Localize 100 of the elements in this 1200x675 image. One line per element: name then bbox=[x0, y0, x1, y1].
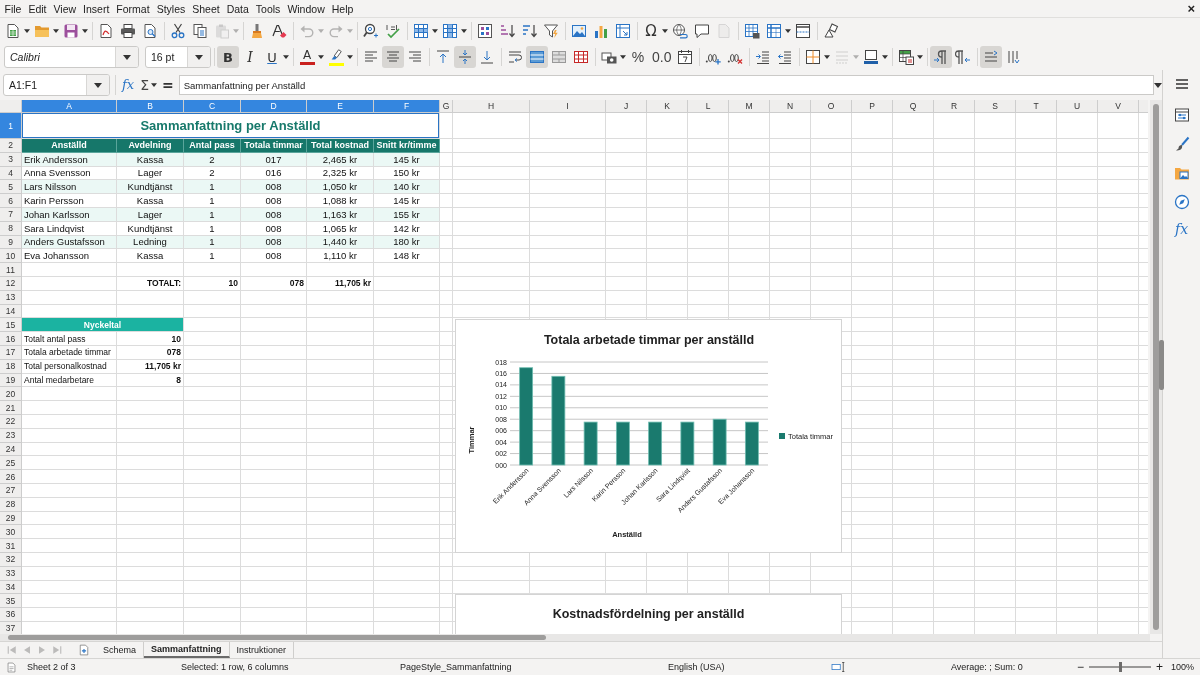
column-header[interactable]: Q bbox=[893, 100, 934, 113]
caret-icon[interactable] bbox=[24, 29, 30, 33]
horizontal-scrollbar[interactable] bbox=[0, 634, 1150, 641]
row-header[interactable]: 6 bbox=[0, 194, 22, 208]
caret-icon[interactable] bbox=[882, 55, 889, 59]
panel-sliders-icon[interactable] bbox=[1173, 107, 1190, 123]
page-plus-icon[interactable] bbox=[78, 644, 90, 656]
formula-button[interactable]: = bbox=[160, 75, 176, 95]
caret-icon[interactable] bbox=[1154, 82, 1162, 88]
menu-item[interactable]: Window bbox=[283, 0, 329, 17]
percent-format-button[interactable]: % bbox=[627, 46, 649, 68]
zoom-level-text[interactable]: 100% bbox=[1171, 662, 1195, 672]
scrollbar-thumb[interactable] bbox=[1153, 104, 1159, 630]
compass-icon[interactable] bbox=[1173, 194, 1190, 210]
column-header[interactable]: O bbox=[811, 100, 852, 113]
row-header[interactable]: 1 bbox=[0, 113, 22, 139]
merge-and-center-button[interactable] bbox=[526, 46, 548, 68]
special-character-button[interactable]: Ω bbox=[640, 20, 662, 42]
standard-format-button[interactable]: 0.0 bbox=[649, 46, 675, 68]
vertical-scrollbar[interactable] bbox=[1150, 100, 1162, 634]
row-header[interactable]: 35 bbox=[0, 594, 22, 609]
language-text[interactable]: English (USA) bbox=[668, 662, 725, 672]
function-wizard-button[interactable]: fx bbox=[120, 75, 137, 95]
caret-icon[interactable] bbox=[318, 55, 324, 59]
column-header[interactable]: H bbox=[453, 100, 530, 113]
column-header[interactable]: V bbox=[1098, 100, 1139, 113]
row-header[interactable]: 2 bbox=[0, 139, 22, 153]
menu-item[interactable]: Styles bbox=[153, 0, 189, 17]
menu-item[interactable]: View bbox=[50, 0, 80, 17]
column-header[interactable]: E bbox=[307, 100, 374, 113]
row-header[interactable]: 15 bbox=[0, 318, 22, 333]
column-header[interactable]: K bbox=[647, 100, 688, 113]
caret-icon[interactable] bbox=[461, 29, 467, 33]
caret-icon[interactable] bbox=[917, 55, 924, 59]
menu-item[interactable]: Tools bbox=[252, 0, 284, 17]
column-header[interactable]: B bbox=[117, 100, 184, 113]
italic-button[interactable]: I bbox=[239, 46, 261, 68]
row-header[interactable]: 30 bbox=[0, 525, 22, 540]
column-header[interactable]: F bbox=[374, 100, 440, 113]
caret-icon[interactable] bbox=[432, 29, 438, 33]
column-header[interactable]: L bbox=[688, 100, 729, 113]
column-header[interactable]: I bbox=[530, 100, 606, 113]
caret-icon[interactable] bbox=[785, 29, 791, 33]
sheet-tab[interactable]: Sammanfattning bbox=[144, 642, 230, 658]
underline-button[interactable]: U bbox=[261, 46, 283, 68]
row-header[interactable]: 10 bbox=[0, 249, 22, 264]
folder-image-icon[interactable] bbox=[1173, 165, 1190, 181]
menu-item[interactable]: Help bbox=[328, 0, 357, 17]
menu-item[interactable]: Sheet bbox=[188, 0, 224, 17]
column-header[interactable]: J bbox=[606, 100, 647, 113]
functions-button[interactable]: fx bbox=[1174, 221, 1189, 237]
row-header[interactable]: 36 bbox=[0, 608, 22, 622]
menu-item[interactable]: File bbox=[1, 0, 25, 17]
menu-item[interactable]: Edit bbox=[24, 0, 50, 17]
caret-icon[interactable] bbox=[620, 55, 626, 59]
slider-thumb[interactable] bbox=[1118, 662, 1122, 672]
zoom-out-button[interactable]: − bbox=[1075, 660, 1086, 674]
name-box-field[interactable]: A1:F1 bbox=[3, 74, 110, 96]
font-name-field[interactable]: Calibri bbox=[4, 46, 139, 68]
row-header[interactable]: 25 bbox=[0, 456, 22, 471]
caret-icon[interactable] bbox=[151, 83, 157, 87]
row-header[interactable]: 11 bbox=[0, 263, 22, 277]
row-header[interactable]: 21 bbox=[0, 401, 22, 415]
font-color-button[interactable]: A bbox=[296, 46, 318, 68]
column-header[interactable]: P bbox=[852, 100, 893, 113]
bold-button[interactable]: B bbox=[217, 46, 239, 68]
text-horizontal-button[interactable] bbox=[980, 46, 1003, 68]
sheet-tab[interactable]: Schema bbox=[96, 642, 145, 658]
column-header[interactable]: U bbox=[1057, 100, 1098, 113]
caret-icon[interactable] bbox=[53, 29, 59, 33]
row-header[interactable]: 16 bbox=[0, 332, 22, 346]
zoom-in-button[interactable]: + bbox=[1154, 660, 1165, 674]
caret-icon[interactable] bbox=[662, 29, 668, 33]
dropdown-button[interactable] bbox=[86, 75, 109, 95]
row-header[interactable]: 20 bbox=[0, 387, 22, 402]
font-size-field[interactable]: 16 pt bbox=[145, 46, 211, 68]
menu-item[interactable]: Insert bbox=[79, 0, 113, 17]
menu-item[interactable]: Data bbox=[223, 0, 253, 17]
caret-icon[interactable] bbox=[283, 55, 289, 59]
caret-icon[interactable] bbox=[82, 29, 88, 33]
sidebar-grip[interactable] bbox=[1159, 340, 1164, 390]
column-header[interactable]: N bbox=[770, 100, 811, 113]
formula-input-field[interactable]: Sammanfattning per Anställd bbox=[178, 75, 1154, 95]
column-header[interactable]: M bbox=[729, 100, 770, 113]
column-header[interactable]: G bbox=[440, 100, 453, 113]
column-header[interactable]: R bbox=[934, 100, 975, 113]
sheet-tab[interactable]: Instruktioner bbox=[229, 642, 295, 658]
column-header[interactable]: A bbox=[22, 100, 117, 113]
close-button[interactable]: × bbox=[1187, 1, 1195, 16]
scrollbar-thumb[interactable] bbox=[8, 635, 546, 640]
column-header[interactable]: D bbox=[241, 100, 307, 113]
caret-icon[interactable] bbox=[347, 55, 353, 59]
caret-icon[interactable] bbox=[824, 55, 831, 59]
row-header[interactable]: 5 bbox=[0, 180, 22, 195]
dropdown-button[interactable] bbox=[187, 47, 210, 67]
menu-icon[interactable] bbox=[1173, 76, 1190, 92]
menu-item[interactable]: Format bbox=[112, 0, 154, 17]
sum-button[interactable]: Σ bbox=[138, 75, 151, 95]
column-header[interactable]: C bbox=[184, 100, 241, 113]
left-to-right-button[interactable] bbox=[930, 46, 953, 68]
